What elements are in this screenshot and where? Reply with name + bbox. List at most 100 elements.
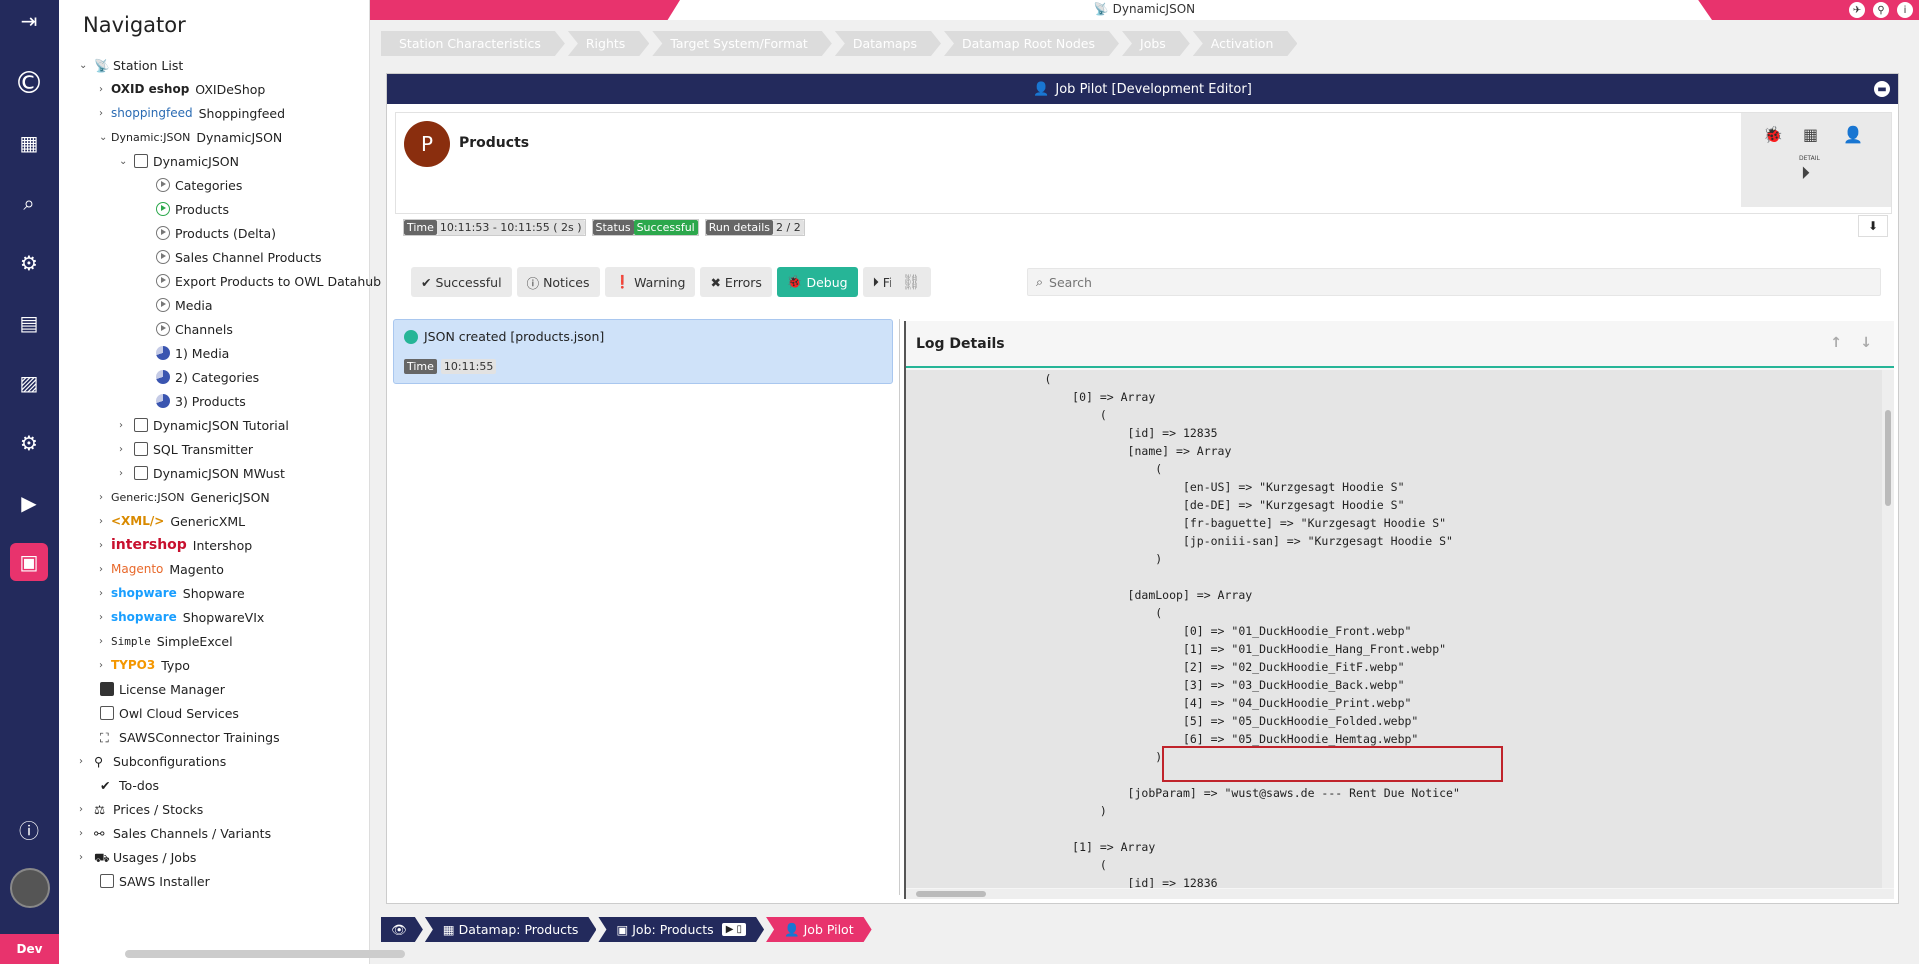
tree-item[interactable]: › <XML/> GenericXML: [99, 510, 245, 532]
chevron-down-icon[interactable]: ⌄: [79, 60, 91, 71]
tree-item-selected[interactable]: Products: [153, 198, 229, 220]
tree-item[interactable]: › shopware ShopwareVIx: [99, 606, 264, 628]
tree-item[interactable]: › TYPO3 Typo: [99, 654, 190, 676]
tree-item[interactable]: ⌄ Dynamic:JSON DynamicJSON: [99, 126, 282, 148]
tree-item[interactable]: ✔ To-dos: [97, 774, 159, 796]
tree-item[interactable]: › shopware Shopware: [99, 582, 245, 604]
crumb-job[interactable]: ▣ Job: Products ▶ ▯: [598, 917, 764, 942]
chevron-right-icon[interactable]: ›: [99, 108, 111, 119]
user-avatar[interactable]: [10, 868, 50, 908]
filter-successful[interactable]: ✔ Successful: [411, 267, 512, 297]
chevron-right-icon[interactable]: ›: [99, 660, 111, 671]
tree-item[interactable]: SAWS Installer: [97, 870, 210, 892]
tree-item[interactable]: 2) Categories: [153, 366, 259, 388]
plane-icon[interactable]: ✈: [1849, 2, 1865, 18]
tree-item[interactable]: 1) Media: [153, 342, 229, 364]
crumb-job-pilot[interactable]: 👤 Job Pilot: [766, 917, 872, 942]
chevron-right-icon[interactable]: ›: [99, 588, 111, 599]
tree-item[interactable]: Sales Channel Products: [153, 246, 322, 268]
scroll-thumb[interactable]: [1885, 410, 1891, 506]
tree-item[interactable]: › Generic:JSON GenericJSON: [99, 486, 270, 508]
chevron-right-icon[interactable]: ›: [99, 84, 111, 95]
step-target-system[interactable]: Target System/Format: [652, 31, 832, 56]
filter-notices[interactable]: ⓘ Notices: [516, 267, 600, 297]
unlink-button[interactable]: ⛓: [891, 267, 931, 297]
tree-item[interactable]: Owl Cloud Services: [97, 702, 239, 724]
play-icon[interactable]: ▶: [12, 486, 46, 520]
tree-item[interactable]: › DynamicJSON Tutorial: [119, 414, 289, 436]
tree-item[interactable]: › intershop Intershop: [99, 534, 252, 556]
chevron-right-icon[interactable]: ›: [99, 636, 111, 647]
step-station-characteristics[interactable]: Station Characteristics: [381, 31, 565, 56]
tree-item[interactable]: 3) Products: [153, 390, 246, 412]
tree-item[interactable]: › OXID eshop OXIDeShop: [99, 78, 265, 100]
tree-item[interactable]: › ⛟ Usages / Jobs: [79, 846, 196, 868]
chevron-right-icon[interactable]: ›: [99, 540, 111, 551]
log-code-view[interactable]: ( [0] => Array ( [id] => 12835 [name] =>…: [906, 370, 1894, 888]
arrow-down-icon[interactable]: ↓: [1860, 335, 1872, 351]
chevron-right-icon[interactable]: ›: [99, 492, 111, 503]
chevron-down-icon[interactable]: ⌄: [99, 132, 111, 143]
chevron-right-icon[interactable]: ›: [79, 804, 91, 815]
tree-item[interactable]: › ⚯ Sales Channels / Variants: [79, 822, 271, 844]
tree-item[interactable]: › ⚖ Prices / Stocks: [79, 798, 203, 820]
tree-item[interactable]: › shoppingfeed Shoppingfeed: [99, 102, 285, 124]
sidebar-toggle-icon[interactable]: ⇥: [12, 4, 46, 38]
horizontal-scrollbar[interactable]: [906, 889, 1894, 899]
download-button[interactable]: ⬇: [1858, 215, 1888, 237]
navigator-scrollbar[interactable]: [125, 950, 405, 958]
chevron-right-icon[interactable]: ›: [99, 564, 111, 575]
filter-errors[interactable]: ✖ Errors: [700, 267, 772, 297]
catalog-icon[interactable]: ▤: [12, 306, 46, 340]
eye-button[interactable]: 👁: [381, 917, 423, 942]
chevron-right-icon[interactable]: ›: [99, 516, 111, 527]
settings-icon[interactable]: ⚙: [12, 426, 46, 460]
step-datamap-root-nodes[interactable]: Datamap Root Nodes: [944, 31, 1119, 56]
step-activation[interactable]: Activation: [1193, 31, 1298, 56]
tree-item[interactable]: › Magento Magento: [99, 558, 224, 580]
minimize-button[interactable]: ▬: [1874, 81, 1890, 97]
crumb-datamap[interactable]: ▦ Datamap: Products: [425, 917, 597, 942]
chevron-right-icon[interactable]: ›: [79, 852, 91, 863]
tree-item[interactable]: Products (Delta): [153, 222, 276, 244]
station-icon[interactable]: ▣: [10, 543, 48, 581]
chevron-right-icon[interactable]: ›: [99, 612, 111, 623]
connections-icon[interactable]: ⚙: [12, 246, 46, 280]
tree-item[interactable]: › Simple SimpleExcel: [99, 630, 233, 652]
bug-icon[interactable]: 🐞: [1763, 125, 1783, 144]
dashboard-icon[interactable]: ▦: [12, 126, 46, 160]
chevron-right-icon[interactable]: ›: [79, 828, 91, 839]
chevron-right-icon[interactable]: ›: [119, 444, 131, 455]
log-entry[interactable]: JSON created [products.json] Time 10:11:5…: [393, 319, 893, 384]
tree-item[interactable]: ⌄ 📡 Station List: [79, 54, 183, 76]
step-jobs[interactable]: Jobs: [1122, 31, 1190, 56]
tree-item[interactable]: Export Products to OWL Datahub: [153, 270, 381, 292]
table-icon[interactable]: ▦: [1803, 125, 1818, 144]
tree-item[interactable]: › SQL Transmitter: [119, 438, 253, 460]
chevron-down-icon[interactable]: ⌄: [119, 156, 131, 167]
vertical-scrollbar[interactable]: [1882, 370, 1894, 888]
run-mini-icon[interactable]: ▶ ▯: [722, 923, 746, 936]
scroll-thumb[interactable]: [916, 891, 986, 897]
search-input[interactable]: [1049, 274, 1850, 290]
search-box[interactable]: ⌕: [1027, 268, 1881, 296]
chevron-right-icon[interactable]: ›: [119, 420, 131, 431]
chevron-right-icon[interactable]: ›: [119, 468, 131, 479]
step-datamaps[interactable]: Datamaps: [835, 31, 941, 56]
filter-debug[interactable]: 🐞 Debug: [776, 267, 858, 297]
info-icon[interactable]: ⓘ: [12, 812, 46, 846]
user-settings-icon[interactable]: 👤: [1843, 125, 1863, 144]
tree-item[interactable]: Media: [153, 294, 213, 316]
tree-item[interactable]: › DynamicJSON MWust: [119, 462, 285, 484]
search-icon[interactable]: ⌕: [12, 186, 46, 220]
info-icon[interactable]: i: [1897, 2, 1913, 18]
tree-item[interactable]: ⛶ SAWSConnector Trainings: [97, 726, 280, 748]
chevron-right-icon[interactable]: ›: [79, 756, 91, 767]
tree-item[interactable]: › ⚲ Subconfigurations: [79, 750, 226, 772]
tree-item[interactable]: Categories: [153, 174, 242, 196]
tree-item[interactable]: ⌄ DynamicJSON: [119, 150, 239, 172]
step-rights[interactable]: Rights: [568, 31, 649, 56]
filter-warning[interactable]: ❗ Warning: [604, 267, 696, 297]
antenna-icon[interactable]: ⚲: [1873, 2, 1889, 18]
tree-item[interactable]: License Manager: [97, 678, 225, 700]
